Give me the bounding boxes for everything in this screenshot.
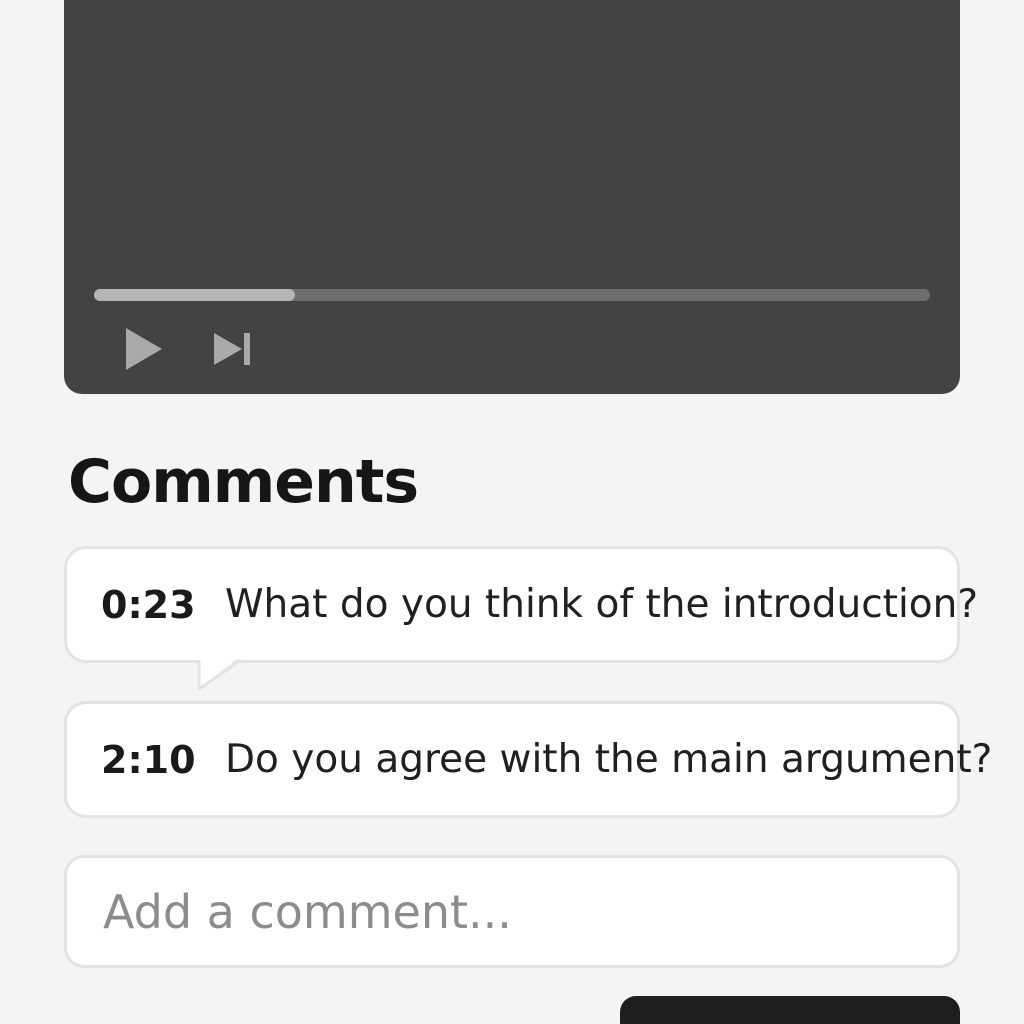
comment-input[interactable]	[64, 855, 960, 968]
progress-bar[interactable]	[94, 289, 930, 301]
comment-item[interactable]: 2:10 Do you agree with the main argument…	[64, 701, 992, 818]
progress-fill	[94, 289, 295, 301]
comment-timestamp[interactable]: 2:10	[67, 738, 225, 782]
comment-bubble-tail	[197, 655, 242, 691]
skip-next-icon	[212, 330, 256, 368]
comment-item[interactable]: 0:23 What do you think of the introducti…	[64, 546, 978, 663]
comment-text: Do you agree with the main argument?	[225, 737, 993, 782]
post-comment-button[interactable]	[620, 996, 960, 1024]
play-icon	[122, 324, 166, 374]
comment-text: What do you think of the introduction?	[225, 582, 979, 627]
play-button[interactable]	[122, 324, 166, 374]
page: Comments 0:23 What do you think of the i…	[0, 0, 1024, 1024]
comments-heading: Comments	[68, 447, 419, 517]
comment-timestamp[interactable]: 0:23	[67, 583, 225, 627]
video-player[interactable]	[64, 0, 960, 394]
skip-next-button[interactable]	[212, 330, 256, 368]
